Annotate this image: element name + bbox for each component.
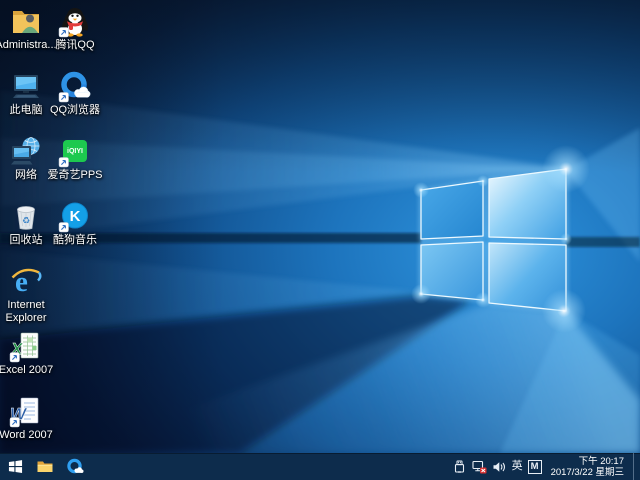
show-desktop-button[interactable] <box>633 453 638 480</box>
taskbar-clock[interactable]: 下午 20:17 2017/3/22 星期三 <box>551 456 624 478</box>
desktop-icon-label: 爱奇艺PPS <box>47 169 103 181</box>
desktop-icon-excel-2007[interactable]: X Excel 2007 <box>0 329 53 377</box>
start-button[interactable] <box>0 453 30 480</box>
screen: Administra... 腾讯QQ 此电脑 QQ浏览器 网络 iQIYI 爱奇… <box>0 0 640 480</box>
desktop-icon-internet-explorer[interactable]: e Internet Explorer <box>1 264 51 324</box>
usb-device-tray-icon[interactable] <box>452 459 467 474</box>
desktop-icon-word-2007[interactable]: W Word 2007 <box>0 394 53 442</box>
svg-text:K: K <box>70 208 81 225</box>
windows-logo-icon <box>8 460 22 473</box>
taskbar: 英 M 下午 20:17 2017/3/22 星期三 <box>0 453 640 480</box>
network-globe-icon <box>11 137 40 165</box>
desktop-icon-label: Excel 2007 <box>0 364 54 376</box>
clock-date: 2017/3/22 星期三 <box>550 466 624 478</box>
desktop-icon-label: 酷狗音乐 <box>53 234 97 246</box>
qq-browser-icon <box>67 458 84 473</box>
volume-tray-icon[interactable] <box>492 459 507 474</box>
kugou-icon: K <box>58 202 88 233</box>
excel-icon: X <box>9 332 39 363</box>
computer-icon <box>13 75 39 98</box>
desktop-icon-tencent-qq[interactable]: 腾讯QQ <box>50 4 100 52</box>
word-icon: W <box>9 397 39 428</box>
file-explorer-icon <box>37 461 53 472</box>
desktop-icon-label: Word 2007 <box>0 429 53 441</box>
input-language-indicator[interactable]: 英 <box>512 459 523 474</box>
qq-penguin-icon <box>58 8 88 38</box>
desktop-icon-label: 腾讯QQ <box>55 39 95 51</box>
qq-browser-icon <box>58 71 91 103</box>
system-tray: 英 M 下午 20:17 2017/3/22 星期三 <box>452 453 640 480</box>
shortcut-arrow-badge <box>58 157 69 168</box>
taskbar-file-explorer-button[interactable] <box>30 453 60 480</box>
internet-explorer-icon: e <box>11 266 42 298</box>
shortcut-arrow-badge <box>58 27 69 38</box>
iqiyi-icon: iQIYI <box>58 140 87 168</box>
user-folder-icon <box>13 11 39 33</box>
desktop[interactable]: Administra... 腾讯QQ 此电脑 QQ浏览器 网络 iQIYI 爱奇… <box>0 0 640 453</box>
shortcut-arrow-badge <box>58 222 69 233</box>
svg-text:♻: ♻ <box>22 217 30 227</box>
svg-text:iQIYI: iQIYI <box>67 148 83 155</box>
recycle-bin-icon: ♻ <box>17 206 35 230</box>
desktop-icon-label: Internet Explorer <box>5 299 47 324</box>
desktop-icon-label: QQ浏览器 <box>49 104 101 116</box>
desktop-icon-iqiyi-pps[interactable]: iQIYI 爱奇艺PPS <box>47 134 103 182</box>
ime-mode-indicator[interactable]: M <box>527 459 542 474</box>
clock-time: 下午 20:17 <box>578 455 624 467</box>
network-disconnected-tray-icon[interactable] <box>472 459 487 474</box>
desktop-icon-qq-browser[interactable]: QQ浏览器 <box>50 69 100 117</box>
shortcut-arrow-badge <box>58 92 69 103</box>
desktop-icon-kugou-music[interactable]: K 酷狗音乐 <box>50 199 100 247</box>
shortcut-arrow-badge <box>9 352 20 363</box>
taskbar-qq-browser-button[interactable] <box>60 453 90 480</box>
shortcut-arrow-badge <box>9 417 20 428</box>
